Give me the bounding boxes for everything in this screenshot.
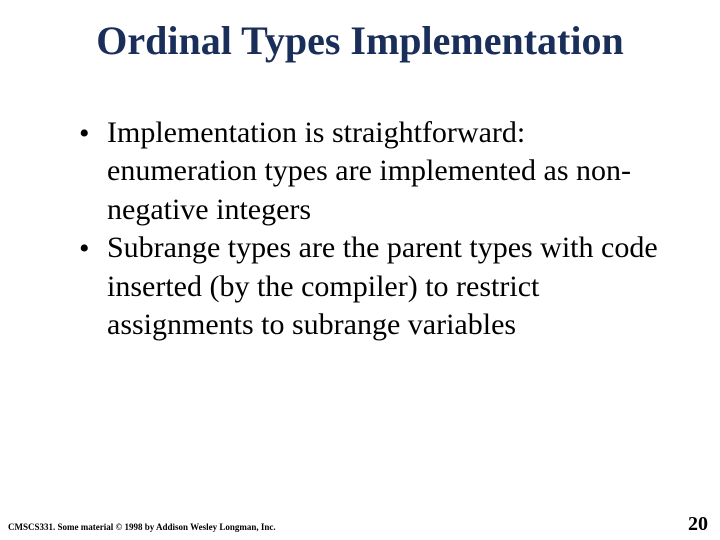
slide-title: Ordinal Types Implementation [24,18,696,64]
bullet-marker-icon: • [79,229,107,268]
footer-copyright: CMSCS331. Some material © 1998 by Addiso… [8,523,276,532]
bullet-text: Subrange types are the parent types with… [107,229,666,344]
slide-body: • Implementation is straightforward: enu… [79,114,666,344]
bullet-marker-icon: • [79,114,107,153]
bullet-item: • Implementation is straightforward: enu… [79,114,666,229]
bullet-item: • Subrange types are the parent types wi… [79,229,666,344]
page-number: 20 [688,514,708,534]
slide: Ordinal Types Implementation • Implement… [0,0,720,540]
bullet-text: Implementation is straightforward: enume… [107,114,666,229]
